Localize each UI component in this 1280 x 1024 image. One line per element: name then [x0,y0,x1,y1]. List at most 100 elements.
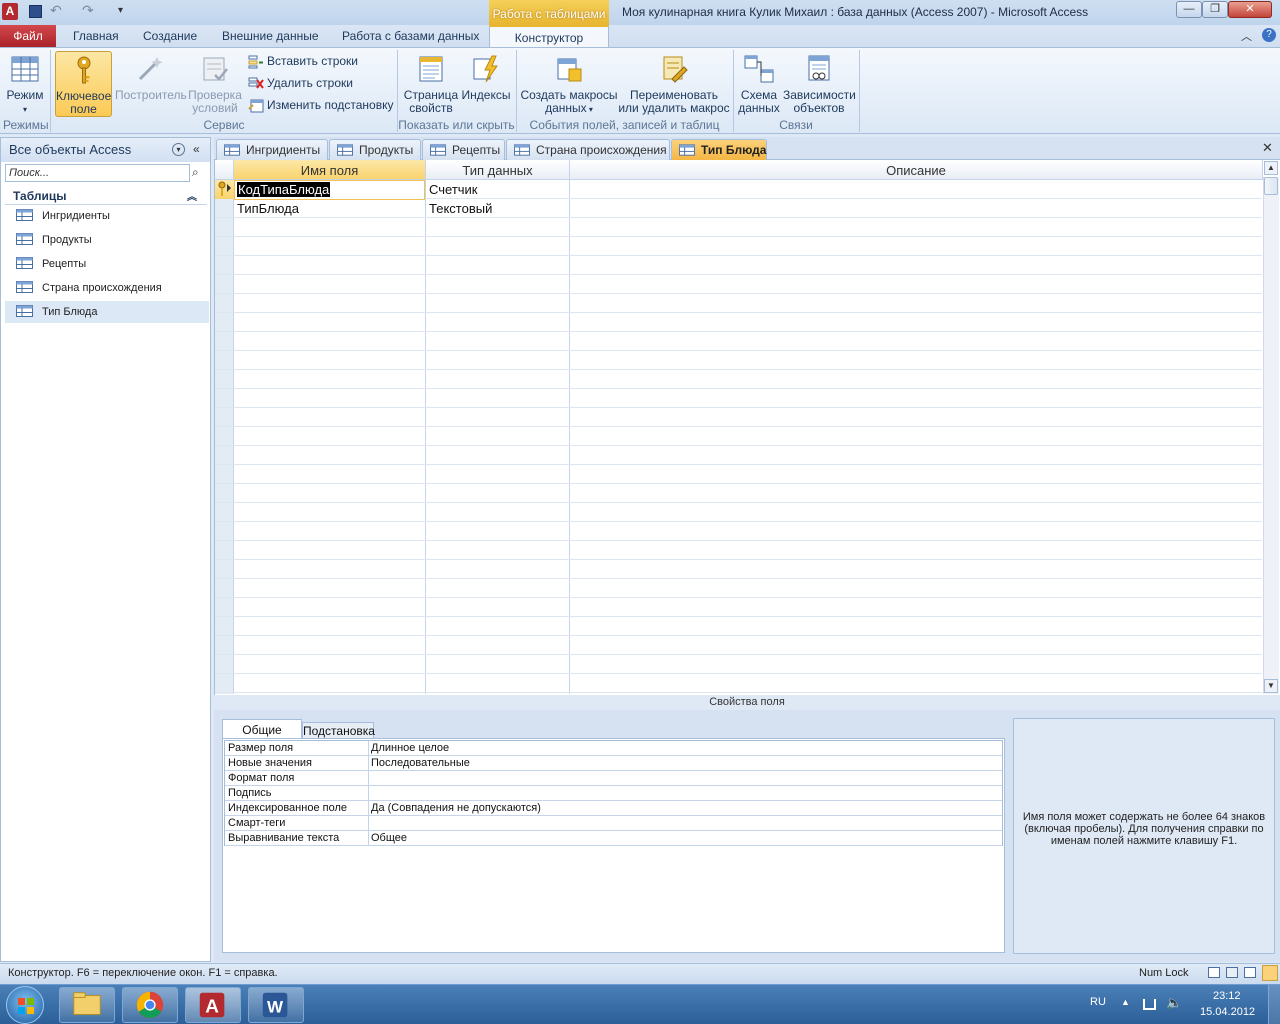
grid-corner[interactable] [215,160,234,180]
doc-tab[interactable]: Рецепты [422,139,505,160]
doc-tab[interactable]: Страна происхождения [506,139,670,160]
windows-logo-icon [18,998,34,1014]
table-icon [16,233,33,245]
rename-delete-macro-button[interactable]: Переименовать или удалить макрос [618,51,730,117]
relationships-button[interactable]: Схема данных [737,51,781,117]
create-data-macros-button[interactable]: Создать макросы данных ▾ [520,51,618,117]
row-selector-current[interactable] [215,180,234,199]
indexes-button[interactable]: Индексы [461,51,511,117]
taskbar-chrome[interactable] [122,987,178,1023]
minimize-button[interactable]: — [1176,1,1202,18]
insert-rows-icon [248,55,263,69]
property-sheet-button[interactable]: Страница свойств [403,51,459,117]
data-type-cell[interactable]: Текстовый [429,201,492,216]
table-icon [430,144,446,156]
column-header-description[interactable]: Описание [570,160,1263,180]
property-row[interactable]: Новые значения Последовательные [225,756,1002,771]
pivot-chart-view-icon[interactable] [1244,967,1256,978]
nav-search-input[interactable]: Поиск... [5,164,190,182]
taskbar-word[interactable]: W [248,987,304,1023]
design-view-icon[interactable] [1262,965,1278,981]
tab-external-data[interactable]: Внешние данные [222,25,319,47]
field-name-cell[interactable]: КодТипаБлюда [234,180,425,200]
property-value[interactable]: Длинное целое [371,742,449,754]
property-row[interactable]: Выравнивание текста Общее [225,831,1002,846]
help-icon[interactable]: ? [1262,28,1276,42]
doc-tab-label: Продукты [359,143,414,157]
minimize-ribbon-icon[interactable]: ︿ [1241,28,1252,44]
property-row[interactable]: Индексированное поле Да (Совпадения не до… [225,801,1002,816]
start-button[interactable] [6,986,44,1024]
nav-item-table[interactable]: Рецепты [5,253,209,275]
property-value[interactable]: Общее [371,832,407,844]
show-desktop-button[interactable] [1268,985,1280,1024]
tab-constructor[interactable]: Конструктор [489,25,609,48]
column-header-data-type[interactable]: Тип данных [426,160,570,180]
scroll-thumb[interactable] [1264,177,1278,195]
tab-general[interactable]: Общие [222,719,302,740]
show-hidden-icons-icon[interactable]: ▲ [1121,997,1130,1007]
tab-create[interactable]: Создание [143,25,197,47]
search-icon[interactable]: ⌕ [192,165,206,181]
taskbar-explorer[interactable] [59,987,115,1023]
table-icon [16,281,33,293]
nav-item-table[interactable]: Продукты [5,229,209,251]
delete-rows-button[interactable]: Удалить строки [248,73,353,93]
insert-rows-button[interactable]: Вставить строки [248,51,358,71]
taskbar-access[interactable]: A [185,987,241,1023]
column-header-field-name[interactable]: Имя поля [234,160,426,180]
redo-icon[interactable]: ↷ [82,2,94,19]
scroll-down-icon[interactable]: ▼ [1264,679,1278,693]
doc-tab[interactable]: Ингридиенты [216,139,328,160]
modify-lookups-button[interactable]: Изменить подстановку [248,95,393,115]
qat-customize-icon[interactable]: ▾ [118,5,123,16]
save-icon[interactable] [29,5,42,18]
nav-group-tables[interactable]: Таблицы ︽ [5,188,207,205]
property-row[interactable]: Размер поля Длинное целое [225,741,1002,756]
property-row[interactable]: Смарт-теги [225,816,1002,831]
network-icon[interactable] [1143,999,1156,1010]
primary-key-label-2: поле [70,102,97,116]
access-logo-icon[interactable]: A [2,3,18,20]
view-mode-button[interactable]: Режим ▾ [3,51,47,117]
undo-icon[interactable]: ↶ [50,2,62,19]
datasheet-view-icon[interactable] [1208,967,1220,978]
doc-tab[interactable]: Продукты [329,139,421,160]
tab-database-tools[interactable]: Работа с базами данных [342,25,479,47]
vertical-scrollbar[interactable] [1263,177,1279,694]
grid-row-line [215,579,1262,598]
builder-button[interactable]: Построитель [115,51,187,117]
tab-file[interactable]: Файл [0,25,56,47]
close-document-icon[interactable]: ✕ [1262,140,1273,156]
test-validation-button[interactable]: Проверка условий [187,51,243,117]
clock-date[interactable]: 15.04.2012 [1200,1006,1255,1018]
primary-key-button[interactable]: Ключевое поле [55,51,112,117]
nav-item-table-selected[interactable]: Тип Блюда [5,301,209,323]
language-indicator[interactable]: RU [1090,996,1106,1008]
property-value[interactable]: Да (Совпадения не допускаются) [371,802,541,814]
scroll-up-icon[interactable]: ▲ [1264,161,1278,175]
property-row[interactable]: Формат поля [225,771,1002,786]
grid-row-line [215,408,1262,427]
nav-menu-chevron-icon[interactable]: ▾ [172,143,185,156]
nav-item-table[interactable]: Страна происхождения [5,277,209,299]
close-button[interactable]: ✕ [1228,1,1272,18]
property-value[interactable]: Последовательные [371,757,470,769]
nav-item-table[interactable]: Ингридиенты [5,205,209,227]
view-mode-label: Режим [6,88,44,102]
tab-home[interactable]: Главная [73,25,119,47]
restore-button[interactable]: ❐ [1202,1,1228,18]
property-row[interactable]: Подпись [225,786,1002,801]
tab-lookup[interactable]: Подстановка [302,722,375,739]
clock-time[interactable]: 23:12 [1213,990,1241,1002]
collapse-pane-icon[interactable]: « [193,142,200,156]
grid-row-line [215,617,1262,636]
volume-icon[interactable]: 🔈 [1166,995,1182,1011]
object-dependencies-button[interactable]: Зависимости объектов [783,51,856,117]
nav-item-label: Тип Блюда [42,306,98,318]
field-name-cell[interactable]: ТипБлюда [237,201,299,216]
group-label-show-hide: Показать или скрыть [398,118,515,132]
pivot-table-view-icon[interactable] [1226,967,1238,978]
data-type-cell[interactable]: Счетчик [429,182,478,197]
doc-tab-active[interactable]: Тип Блюда [671,139,767,160]
